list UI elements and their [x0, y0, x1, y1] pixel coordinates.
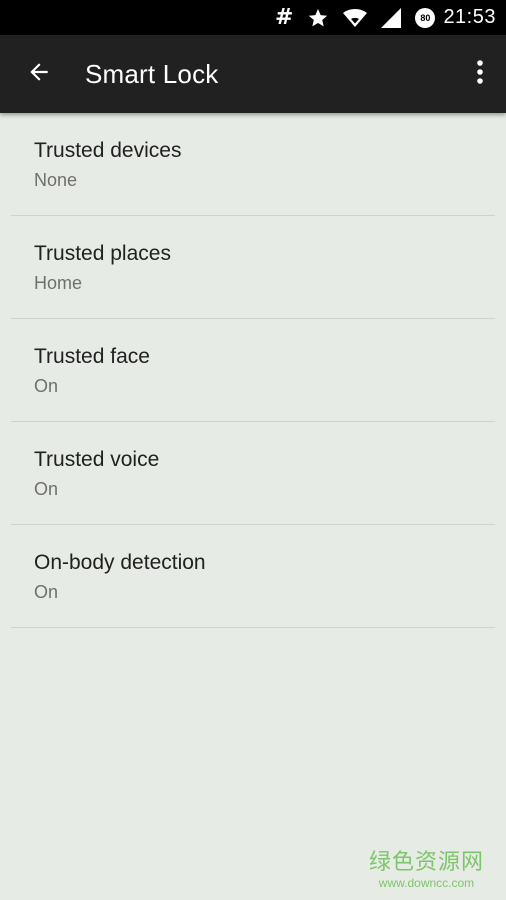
- setting-trusted-face[interactable]: Trusted face On: [0, 319, 506, 422]
- star-icon: [307, 7, 329, 29]
- setting-summary: Home: [34, 273, 83, 293]
- setting-title: Trusted voice: [34, 448, 160, 471]
- wifi-icon: [343, 8, 368, 28]
- setting-trusted-voice[interactable]: Trusted voice On: [0, 422, 506, 525]
- back-button[interactable]: [20, 55, 58, 93]
- setting-summary: None: [34, 170, 78, 190]
- setting-summary: On: [34, 582, 59, 602]
- setting-title: Trusted places: [34, 242, 171, 265]
- more-vert-icon: [476, 59, 484, 89]
- signal-icon: [381, 7, 402, 28]
- watermark-url: www.downcc.com: [378, 875, 475, 890]
- page-title: Smart Lock: [85, 59, 219, 89]
- setting-title: Trusted devices: [34, 139, 182, 162]
- hash-icon: #: [275, 4, 294, 30]
- status-bar: # 80 21:53: [0, 0, 506, 35]
- setting-summary: On: [34, 479, 59, 499]
- setting-trusted-places[interactable]: Trusted places Home: [0, 216, 506, 319]
- app-bar: Smart Lock: [0, 35, 506, 113]
- setting-on-body-detection[interactable]: On-body detection On: [0, 525, 506, 628]
- data-saver-icon: 80: [415, 7, 436, 28]
- status-time: 21:53: [443, 6, 496, 28]
- setting-trusted-devices[interactable]: Trusted devices None: [0, 113, 506, 216]
- setting-summary: On: [34, 376, 59, 396]
- setting-title: Trusted face: [34, 345, 150, 368]
- watermark: 绿色资源网 www.downcc.com: [369, 851, 484, 890]
- divider: [11, 627, 495, 628]
- overflow-menu-button[interactable]: [468, 55, 492, 93]
- settings-list: Trusted devices None Trusted places Home…: [0, 113, 506, 628]
- arrow-back-icon: [26, 59, 52, 89]
- setting-title: On-body detection: [34, 551, 206, 574]
- watermark-title: 绿色资源网: [368, 850, 484, 876]
